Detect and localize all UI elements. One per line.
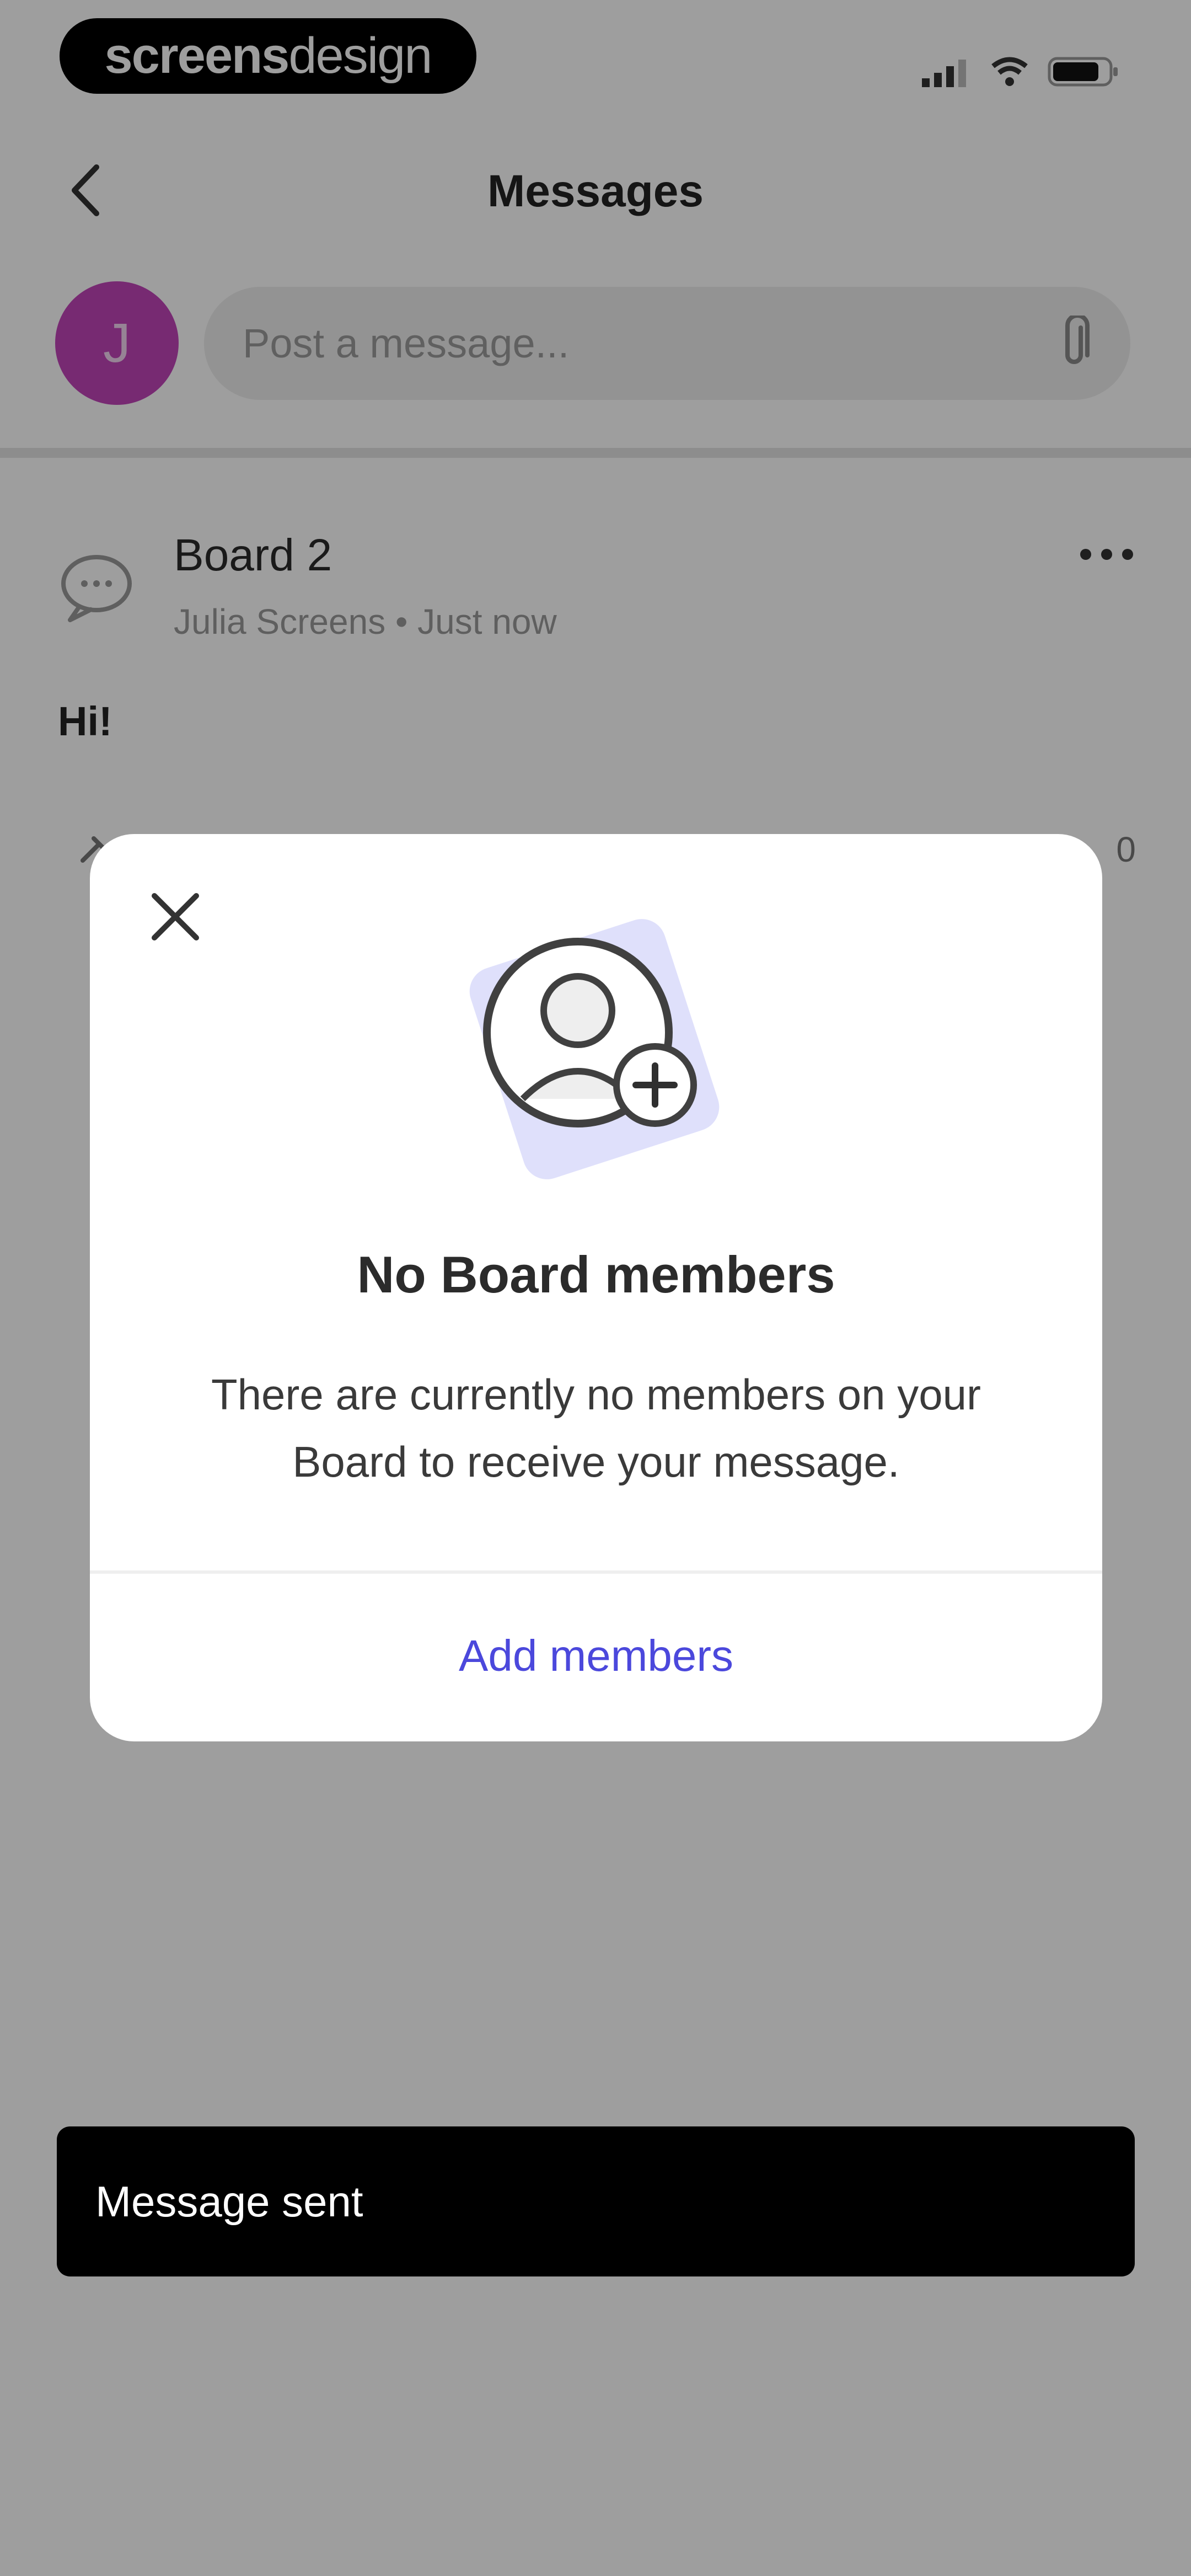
add-members-button[interactable]: Add members [90, 1570, 1102, 1741]
app: screens design Messages J Post a message.… [0, 0, 1191, 2576]
no-members-dialog: No Board members There are currently no … [90, 834, 1102, 1741]
close-icon [152, 893, 199, 940]
dialog-title: No Board members [357, 1246, 835, 1303]
toast: Message sent [57, 2126, 1135, 2276]
toast-text: Message sent [95, 2177, 363, 2226]
add-user-icon [469, 919, 720, 1179]
close-button[interactable] [140, 881, 211, 953]
dialog-message: There are currently no members on your B… [211, 1370, 981, 1486]
